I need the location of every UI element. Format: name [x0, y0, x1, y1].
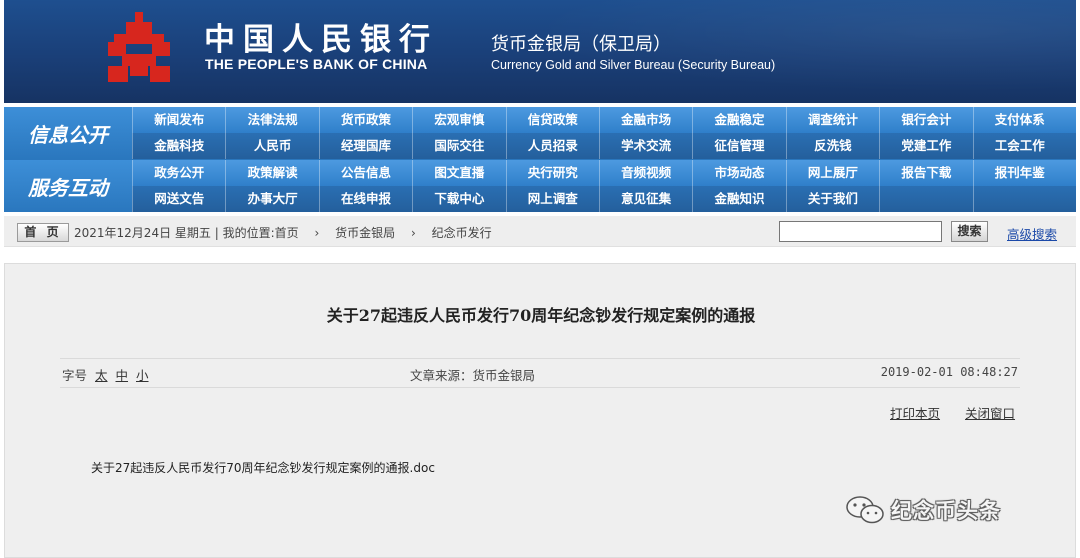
nav-link[interactable]: 关于我们: [785, 186, 879, 212]
nav-link[interactable]: 国际交往: [412, 133, 505, 159]
article-meta: 字号 太 中 小 文章来源：货币金银局 2019-02-01 08:48:27: [60, 358, 1020, 388]
nav-link[interactable]: 网送文告: [132, 186, 225, 212]
nav-link[interactable]: 音频视频: [598, 160, 692, 186]
nav-link[interactable]: 信贷政策: [505, 107, 599, 133]
nav-link-empty: [972, 186, 1066, 212]
breadcrumb-bar: 首 页 2021年12月24日 星期五 | 我的位置:首页 › 货币金银局 › …: [4, 216, 1076, 247]
nav-link[interactable]: 反洗钱: [785, 133, 879, 159]
nav-row: 金融科技 人民币 经理国库 国际交往 人员招录 学术交流 征信管理 反洗钱 党建…: [132, 133, 1076, 159]
current-date: 2021年12月24日 星期五: [74, 226, 211, 240]
bank-name-cn: 中国人民银行: [204, 22, 438, 58]
nav-link[interactable]: 调查统计: [785, 107, 879, 133]
nav-link[interactable]: 金融市场: [598, 107, 692, 133]
watermark: 纪念币头条: [845, 490, 1001, 530]
nav-link[interactable]: 党建工作: [879, 133, 972, 159]
print-link[interactable]: 打印本页: [890, 403, 940, 422]
nav-row: 新闻发布 法律法规 货币政策 宏观审慎 信贷政策 金融市场 金融稳定 调查统计 …: [132, 107, 1076, 133]
home-button[interactable]: 首 页: [17, 223, 69, 242]
nav-link[interactable]: 人民币: [225, 133, 318, 159]
nav-section-info-disclosure: 信息公开: [4, 107, 132, 159]
nav-link[interactable]: 政策解读: [225, 160, 318, 186]
chevron-right-icon: ›: [302, 226, 332, 240]
separator: |: [214, 226, 223, 240]
nav-section-service-interaction: 服务互动: [4, 160, 132, 212]
font-medium-link[interactable]: 中: [116, 368, 129, 383]
article-source: 文章来源：货币金银局: [410, 368, 536, 383]
search-input[interactable]: [779, 221, 942, 242]
font-size-control: 字号 太 中 小: [62, 365, 149, 384]
advanced-search-link[interactable]: 高级搜索: [1007, 224, 1057, 243]
breadcrumb: 2021年12月24日 星期五 | 我的位置:首页 › 货币金银局 › 纪念币发…: [74, 224, 492, 241]
nav-link[interactable]: 法律法规: [225, 107, 318, 133]
nav-link[interactable]: 意见征集: [598, 186, 692, 212]
nav-link[interactable]: 学术交流: [598, 133, 692, 159]
nav-row: 网送文告 办事大厅 在线申报 下载中心 网上调查 意见征集 金融知识 关于我们: [132, 186, 1076, 212]
nav-link[interactable]: 金融科技: [132, 133, 225, 159]
breadcrumb-commemorative[interactable]: 纪念币发行: [432, 226, 492, 240]
nav-link[interactable]: 报刊年鉴: [972, 160, 1066, 186]
nav-row: 政务公开 政策解读 公告信息 图文直播 央行研究 音频视频 市场动态 网上展厅 …: [132, 160, 1076, 186]
attachment-link[interactable]: 关于27起违反人民币发行70周年纪念钞发行规定案例的通报.doc: [91, 459, 435, 476]
bank-name-en: THE PEOPLE'S BANK OF CHINA: [205, 56, 428, 72]
nav-link[interactable]: 在线申报: [318, 186, 412, 212]
nav-link[interactable]: 金融稳定: [692, 107, 785, 133]
chevron-right-icon: ›: [398, 226, 428, 240]
wechat-icon: [846, 496, 884, 524]
nav-link[interactable]: 央行研究: [505, 160, 599, 186]
nav-link[interactable]: 网上展厅: [785, 160, 879, 186]
font-size-label: 字号: [62, 368, 88, 383]
breadcrumb-bureau[interactable]: 货币金银局: [335, 226, 395, 240]
nav-link[interactable]: 人员招录: [505, 133, 599, 159]
watermark-text: 纪念币头条: [891, 499, 1001, 523]
bureau-name-cn: 货币金银局（保卫局）: [491, 34, 671, 55]
nav-link[interactable]: 货币政策: [318, 107, 412, 133]
main-nav: 信息公开 服务互动 新闻发布 法律法规 货币政策 宏观审慎 信贷政策 金融市场 …: [4, 107, 1076, 212]
font-large-link[interactable]: 太: [95, 368, 108, 383]
bureau-name-en: Currency Gold and Silver Bureau (Securit…: [491, 58, 776, 72]
nav-link[interactable]: 支付体系: [972, 107, 1066, 133]
breadcrumb-home[interactable]: 我的位置:首页: [223, 226, 299, 240]
nav-link[interactable]: 宏观审慎: [412, 107, 505, 133]
nav-link[interactable]: 市场动态: [692, 160, 785, 186]
nav-link[interactable]: 银行会计: [879, 107, 972, 133]
site-banner: 中国人民银行 THE PEOPLE'S BANK OF CHINA 货币金银局（…: [4, 0, 1076, 103]
nav-link[interactable]: 网上调查: [505, 186, 599, 212]
nav-link[interactable]: 公告信息: [318, 160, 412, 186]
nav-link[interactable]: 新闻发布: [132, 107, 225, 133]
nav-link[interactable]: 下载中心: [412, 186, 505, 212]
search-button[interactable]: 搜索: [951, 221, 988, 242]
nav-link[interactable]: 征信管理: [692, 133, 785, 159]
nav-link[interactable]: 政务公开: [132, 160, 225, 186]
close-window-link[interactable]: 关闭窗口: [965, 403, 1015, 422]
article-title: 关于27起违反人民币发行70周年纪念钞发行规定案例的通报: [326, 306, 756, 325]
nav-link[interactable]: 图文直播: [412, 160, 505, 186]
pboc-logo-icon: [108, 12, 170, 82]
article-datetime: 2019-02-01 08:48:27: [880, 365, 1018, 379]
nav-link[interactable]: 工会工作: [972, 133, 1066, 159]
nav-link[interactable]: 经理国库: [318, 133, 412, 159]
nav-link[interactable]: 报告下载: [879, 160, 972, 186]
nav-link[interactable]: 金融知识: [692, 186, 785, 212]
nav-link-empty: [879, 186, 972, 212]
font-small-link[interactable]: 小: [136, 368, 149, 383]
nav-link[interactable]: 办事大厅: [225, 186, 318, 212]
